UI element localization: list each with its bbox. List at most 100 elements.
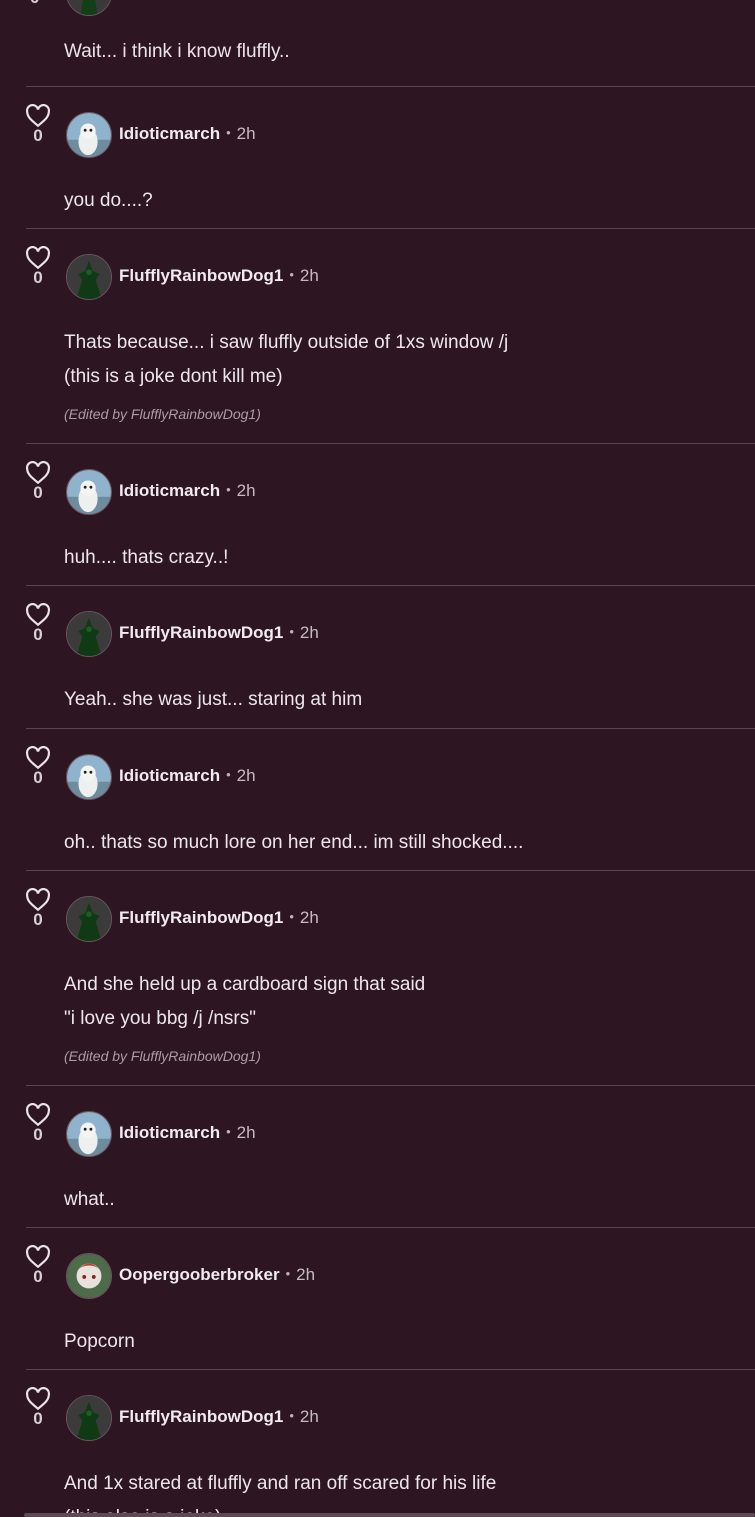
timestamp: 2h: [296, 1265, 316, 1284]
like-button[interactable]: 0: [24, 1245, 52, 1287]
comment-meta: Oopergooberbroker • 2h: [119, 1265, 315, 1285]
timestamp: 2h: [236, 124, 256, 143]
timestamp: 2h: [236, 481, 256, 500]
heart-outline-icon: [26, 746, 50, 770]
like-count: 0: [33, 126, 43, 145]
comment: 0 FlufflyRainbowDog1 • 2h Yeah.. she was j…: [0, 585, 755, 728]
avatar[interactable]: [66, 754, 112, 800]
separator-dot: •: [226, 767, 231, 782]
like-count: 0: [33, 1267, 43, 1286]
avatar[interactable]: [66, 0, 112, 16]
comment: 0 FlufflyRainbowDog1 • 2h And 1x stared at…: [0, 1369, 755, 1517]
comment-divider: [26, 585, 755, 586]
username[interactable]: Idioticmarch: [119, 1123, 220, 1142]
separator-dot: •: [289, 909, 294, 924]
username[interactable]: FlufflyRainbowDog1: [119, 1407, 283, 1426]
comment-divider: [26, 443, 755, 444]
like-button[interactable]: 0: [24, 603, 52, 645]
avatar[interactable]: [66, 1395, 112, 1441]
horizontal-scrollbar[interactable]: [24, 1513, 755, 1517]
like-button[interactable]: 0: [24, 246, 52, 288]
username[interactable]: Idioticmarch: [119, 481, 220, 500]
comment-text: huh.... thats crazy..!: [64, 547, 229, 568]
username[interactable]: Idioticmarch: [119, 766, 220, 785]
avatar[interactable]: [66, 254, 112, 300]
comment-divider: [26, 1085, 755, 1086]
comment-text: Popcorn: [64, 1331, 135, 1352]
heart-outline-icon: [26, 104, 50, 128]
comment-text: you do....?: [64, 190, 153, 211]
comment-meta: Idioticmarch • 2h: [119, 124, 256, 144]
comment-meta: Idioticmarch • 2h: [119, 481, 256, 501]
timestamp: 2h: [299, 908, 319, 927]
comment: 0 FlufflyRainbowDog1 • 2h Thats because...…: [0, 228, 755, 443]
comment-body: Popcorn: [64, 1325, 135, 1359]
comment-text: And 1x stared at fluffly and ran off sca…: [64, 1473, 497, 1494]
heart-outline-icon: [26, 1103, 50, 1127]
comment-text: Yeah.. she was just... staring at him: [64, 689, 363, 710]
like-button[interactable]: 0: [24, 1103, 52, 1145]
comment-text: And she held up a cardboard sign that sa…: [64, 974, 426, 995]
comment-divider: [26, 1369, 755, 1370]
avatar[interactable]: [66, 896, 112, 942]
comment-body: And 1x stared at fluffly and ran off sca…: [64, 1467, 496, 1517]
username[interactable]: FlufflyRainbowDog1: [119, 623, 283, 642]
like-count: 0: [33, 483, 43, 502]
like-count: 0: [33, 768, 43, 787]
comment-fragment: 0 Wait... i think i know fluffly..: [0, 0, 755, 86]
avatar[interactable]: [66, 611, 112, 657]
comment-text: oh.. thats so much lore on her end... im…: [64, 832, 524, 853]
timestamp: 2h: [299, 1407, 319, 1426]
avatar[interactable]: [66, 1253, 112, 1299]
comment-meta: FlufflyRainbowDog1 • 2h: [119, 1407, 319, 1427]
separator-dot: •: [226, 1124, 231, 1139]
edited-note: (Edited by FlufflyRainbowDog1): [64, 1048, 261, 1064]
separator-dot: •: [226, 125, 231, 140]
timestamp: 2h: [299, 623, 319, 642]
comment-body: what..: [64, 1183, 115, 1217]
heart-outline-icon: [26, 888, 50, 912]
like-button[interactable]: 0: [24, 746, 52, 788]
like-button[interactable]: 0: [24, 1387, 52, 1429]
comment-text: Wait... i think i know fluffly..: [64, 41, 290, 62]
comment-divider: [26, 870, 755, 871]
comment-body: Yeah.. she was just... staring at him: [64, 683, 362, 717]
edited-note: (Edited by FlufflyRainbowDog1): [64, 406, 261, 422]
username[interactable]: FlufflyRainbowDog1: [119, 908, 283, 927]
comment: 0 Oopergooberbroker • 2h Popcorn: [0, 1227, 755, 1369]
comment-body: you do....?: [64, 184, 153, 218]
comment-text: "i love you bbg /j /nsrs": [64, 1008, 256, 1029]
comment-text: what..: [64, 1189, 115, 1210]
separator-dot: •: [289, 624, 294, 639]
timestamp: 2h: [236, 1123, 256, 1142]
comment: 0 Idioticmarch • 2h huh.... thats crazy..!: [0, 443, 755, 585]
like-button[interactable]: 0: [24, 461, 52, 503]
comment-text: Thats because... i saw fluffly outside o…: [64, 332, 509, 353]
comment-meta: FlufflyRainbowDog1 • 2h: [119, 266, 319, 286]
heart-outline-icon: [26, 461, 50, 485]
like-count: 0: [33, 625, 43, 644]
username[interactable]: Idioticmarch: [119, 124, 220, 143]
username[interactable]: Oopergooberbroker: [119, 1265, 280, 1284]
comment-divider: [26, 86, 755, 87]
avatar[interactable]: [66, 1111, 112, 1157]
username[interactable]: FlufflyRainbowDog1: [119, 266, 283, 285]
comment: 0 FlufflyRainbowDog1 • 2h And she held up …: [0, 870, 755, 1085]
like-button[interactable]: 0: [24, 104, 52, 146]
like-count: 0: [33, 910, 43, 929]
like-count: 0: [33, 1125, 43, 1144]
comment-divider: [26, 1227, 755, 1228]
like-button[interactable]: 0: [24, 888, 52, 930]
heart-outline-icon: [26, 603, 50, 627]
comment-text: (this is a joke dont kill me): [64, 366, 283, 387]
comment-body: Thats because... i saw fluffly outside o…: [64, 326, 508, 394]
separator-dot: •: [289, 1408, 294, 1423]
separator-dot: •: [226, 482, 231, 497]
avatar[interactable]: [66, 112, 112, 158]
avatar[interactable]: [66, 469, 112, 515]
comment-meta: Idioticmarch • 2h: [119, 1123, 256, 1143]
heart-outline-icon: [26, 246, 50, 270]
comment-body: And she held up a cardboard sign that sa…: [64, 968, 425, 1036]
comment-meta: Idioticmarch • 2h: [119, 766, 256, 786]
timestamp: 2h: [236, 766, 256, 785]
